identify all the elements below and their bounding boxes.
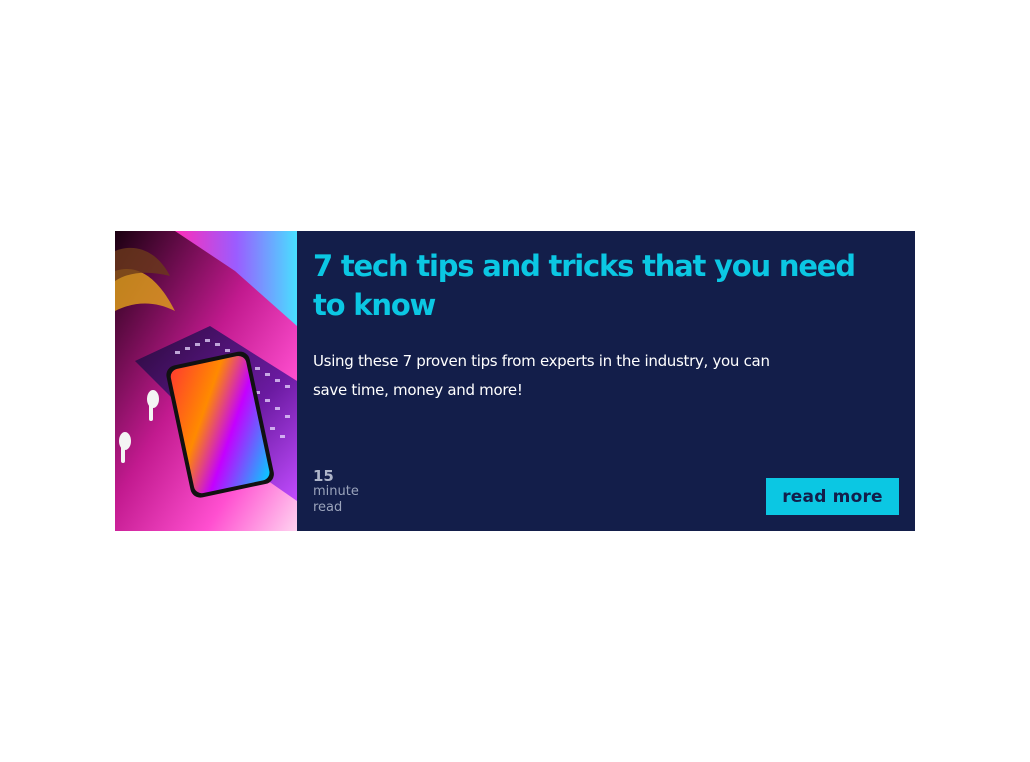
article-description: Using these 7 proven tips from experts i…	[313, 352, 770, 399]
article-title[interactable]: 7 tech tips and tricks that you need to …	[313, 247, 893, 325]
read-time: 15 minute read	[313, 468, 359, 516]
article-thumbnail	[115, 231, 297, 531]
read-time-number: 15	[313, 467, 334, 485]
read-more-button[interactable]: read more	[766, 478, 899, 515]
read-time-unit: minute	[313, 484, 359, 499]
article-card: 7 tech tips and tricks that you need to …	[115, 231, 915, 531]
article-content: 7 tech tips and tricks that you need to …	[297, 231, 915, 531]
read-time-label: read	[313, 500, 343, 515]
